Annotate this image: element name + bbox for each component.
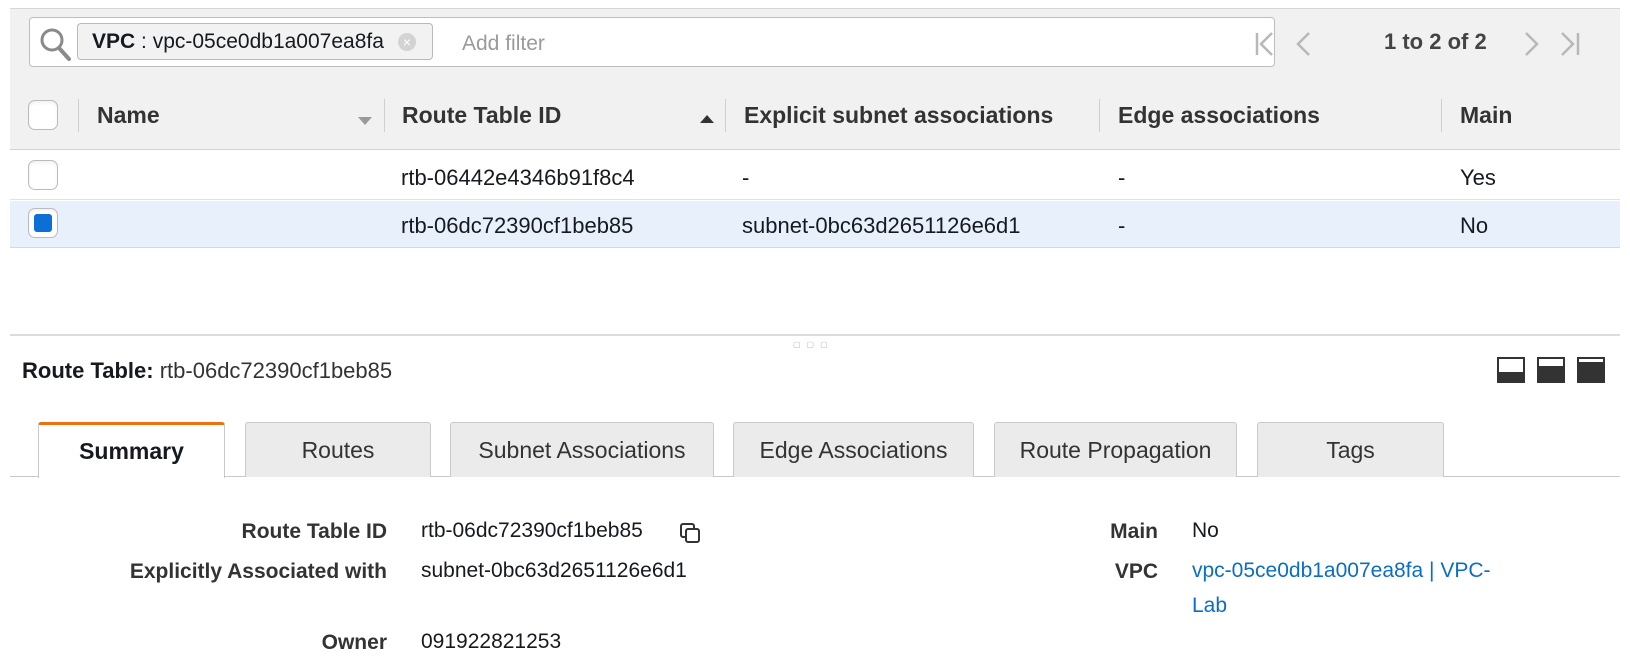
sort-ascending-icon[interactable] <box>700 110 714 128</box>
column-header-explicit-subnet[interactable]: Explicit subnet associations <box>744 81 1053 150</box>
column-header-name[interactable]: Name <box>97 81 160 150</box>
prev-page-icon[interactable] <box>1292 27 1318 61</box>
cell-main: No <box>1460 213 1489 238</box>
cell-edge-associations: - <box>1118 165 1126 190</box>
column-divider <box>384 99 385 132</box>
vpc-link-line2[interactable]: Lab <box>1192 594 1491 618</box>
cell-explicit-subnet: subnet-0bc63d2651126e6d1 <box>742 213 1021 238</box>
tab-tags[interactable]: Tags <box>1257 422 1444 477</box>
add-filter-input[interactable] <box>462 28 1162 60</box>
cell-main: Yes <box>1460 165 1496 190</box>
tab-route-propagation[interactable]: Route Propagation <box>994 422 1237 477</box>
detail-title-label: Route Table: <box>22 358 154 383</box>
cell-edge-associations: - <box>1118 213 1126 238</box>
main-label: Main <box>1110 520 1158 543</box>
row-checkbox-checked[interactable] <box>28 208 58 238</box>
column-divider <box>1441 99 1442 132</box>
main-value: No <box>1192 519 1219 542</box>
cell-route-table-id: rtb-06dc72390cf1beb85 <box>401 213 634 238</box>
layout-middle-icon[interactable] <box>1537 357 1565 383</box>
column-divider <box>78 99 79 132</box>
detail-title-value: rtb-06dc72390cf1beb85 <box>159 358 393 383</box>
cell-explicit-subnet: - <box>742 165 750 190</box>
row-checkbox[interactable] <box>28 160 58 190</box>
column-divider <box>1099 99 1100 132</box>
owner-value: 091922821253 <box>421 630 562 653</box>
tab-subnet-associations[interactable]: Subnet Associations <box>450 422 714 477</box>
vpc-link-line1[interactable]: vpc-05ce0db1a007ea8fa | VPC- <box>1192 559 1491 583</box>
last-page-icon[interactable] <box>1557 27 1583 61</box>
vpc-link[interactable]: vpc-05ce0db1a007ea8fa | VPC- Lab <box>1192 559 1491 618</box>
close-icon[interactable]: × <box>397 33 416 51</box>
owner-label: Owner <box>321 631 387 654</box>
next-page-icon[interactable] <box>1518 27 1544 61</box>
route-table-id-label: Route Table ID <box>241 520 387 543</box>
pagination-status: 1 to 2 of 2 <box>1384 29 1487 54</box>
explicitly-associated-label: Explicitly Associated with <box>129 560 387 583</box>
cell-route-table-id: rtb-06442e4346b91f8c4 <box>401 165 635 190</box>
layout-full-icon[interactable] <box>1577 357 1605 383</box>
first-page-icon[interactable] <box>1252 27 1278 61</box>
filter-token-key: VPC <box>92 30 136 53</box>
table-row[interactable] <box>10 153 1620 200</box>
search-icon <box>38 26 72 62</box>
tab-summary[interactable]: Summary <box>38 422 225 478</box>
filter-token-separator: : <box>135 30 153 53</box>
layout-bottom-icon[interactable] <box>1497 357 1525 383</box>
select-all-checkbox[interactable] <box>28 100 58 130</box>
column-header-main[interactable]: Main <box>1460 81 1512 150</box>
column-header-route-table-id[interactable]: Route Table ID <box>402 81 561 150</box>
tab-edge-associations[interactable]: Edge Associations <box>733 422 974 477</box>
route-table-id-value: rtb-06dc72390cf1beb85 <box>421 519 643 542</box>
resize-grip-icon[interactable]: ▢▢▢ <box>793 340 834 349</box>
split-divider[interactable] <box>10 334 1620 336</box>
filter-token-value: vpc-05ce0db1a007ea8fa <box>152 30 384 53</box>
column-header-edge-associations[interactable]: Edge associations <box>1118 81 1320 150</box>
explicitly-associated-value: subnet-0bc63d2651126e6d1 <box>421 559 687 582</box>
detail-title: Route Table: rtb-06dc72390cf1beb85 <box>22 358 392 384</box>
filter-token-vpc[interactable]: VPC : vpc-05ce0db1a007ea8fa × <box>77 23 433 60</box>
tab-routes[interactable]: Routes <box>245 422 431 477</box>
column-divider <box>725 99 726 132</box>
vpc-label: VPC <box>1114 560 1158 583</box>
copy-icon[interactable] <box>678 521 702 545</box>
sort-descending-icon[interactable] <box>358 112 372 130</box>
